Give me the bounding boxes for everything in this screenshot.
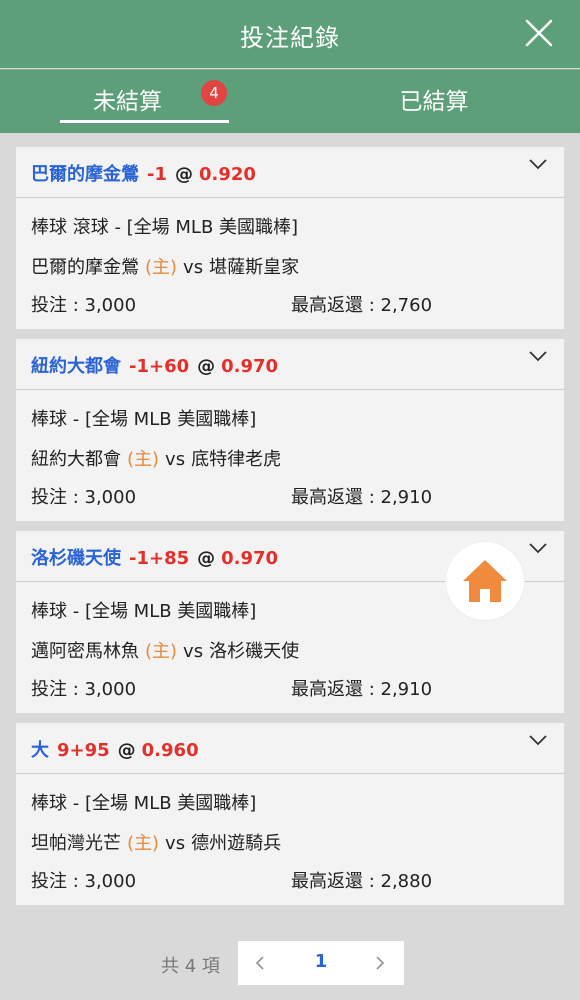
chevron-down-icon[interactable] [528, 157, 548, 171]
away-team: 洛杉磯天使 [209, 641, 300, 662]
bet-card-body: 棒球 滾球 - [全場 MLB 美國職棒] 巴爾的摩金鶯 (主) vs 堪薩斯皇家 投… [31, 197, 549, 329]
at-sign: @ [175, 164, 193, 185]
home-tag: (主) [145, 641, 178, 662]
unsettled-count-badge: 4 [201, 80, 227, 106]
vs-label: vs [165, 449, 186, 470]
bet-stake: 投注 : 3,000 [31, 871, 137, 892]
chevron-right-icon[interactable] [374, 955, 386, 971]
bet-odds: 0.970 [221, 356, 279, 377]
vs-label: vs [165, 833, 186, 854]
bet-handicap: -1 [147, 164, 167, 185]
active-tab-indicator [60, 120, 229, 123]
bet-card-body: 棒球 - [全場 MLB 美國職棒] 紐約大都會 (主) vs 底特律老虎 投注 : … [31, 389, 549, 521]
at-sign: @ [197, 356, 216, 377]
page-title: 投注紀錄 [240, 24, 340, 52]
tab-unsettled-label: 未結算 [93, 89, 162, 115]
close-icon[interactable] [524, 18, 554, 48]
home-icon [463, 560, 507, 602]
tab-unsettled[interactable]: 未結算 4 [60, 70, 229, 133]
bet-handicap: -1+60 [129, 356, 190, 377]
bet-selection: 洛杉磯天使 [31, 548, 121, 569]
bet-matchup: 巴爾的摩金鶯 (主) vs 堪薩斯皇家 [31, 253, 299, 279]
app-header: 投注紀錄 [0, 0, 580, 68]
bet-max-payout: 最高返還 : 2,760 [291, 295, 433, 316]
bet-league: 棒球 - [全場 MLB 美國職棒] [31, 793, 257, 814]
vs-label: vs [183, 257, 204, 278]
total-count: 共 4 項 [161, 956, 220, 977]
home-team: 紐約大都會 [31, 449, 121, 470]
bet-odds: 0.960 [141, 740, 199, 761]
bet-max-payout: 最高返還 : 2,880 [291, 871, 433, 892]
bet-odds: 0.920 [199, 164, 256, 185]
bet-card[interactable]: 紐約大都會 -1+60 @0.970 棒球 - [全場 MLB 美國職棒] 紐約大都… [16, 339, 564, 521]
pagination: 共 4 項 1 [0, 941, 580, 985]
bet-matchup: 邁阿密馬林魚 (主) vs 洛杉磯天使 [31, 637, 299, 663]
bet-league: 棒球 - [全場 MLB 美國職棒] [31, 601, 257, 622]
at-sign: @ [117, 740, 136, 761]
bet-max-payout: 最高返還 : 2,910 [291, 487, 433, 508]
home-team: 坦帕灣光芒 [31, 833, 121, 854]
bet-card-body: 棒球 - [全場 MLB 美國職棒] 坦帕灣光芒 (主) vs 德州遊騎兵 投注 : … [31, 773, 549, 905]
home-team: 邁阿密馬林魚 [31, 641, 139, 662]
bet-stake: 投注 : 3,000 [31, 295, 137, 316]
chevron-down-icon[interactable] [528, 541, 548, 555]
away-team: 堪薩斯皇家 [209, 257, 300, 278]
home-button[interactable] [446, 542, 524, 620]
home-tag: (主) [145, 257, 178, 278]
bet-card-header[interactable]: 巴爾的摩金鶯 -1 @0.920 [16, 147, 564, 198]
bet-selection: 巴爾的摩金鶯 [31, 164, 139, 185]
bet-card[interactable]: 大 9+95 @0.960 棒球 - [全場 MLB 美國職棒] 坦帕灣光芒 (主) v… [16, 723, 564, 905]
bet-matchup: 紐約大都會 (主) vs 底特律老虎 [31, 445, 281, 471]
bet-stake: 投注 : 3,000 [31, 679, 137, 700]
bet-selection: 大 [31, 740, 49, 761]
bet-matchup: 坦帕灣光芒 (主) vs 德州遊騎兵 [31, 829, 281, 855]
chevron-down-icon[interactable] [528, 733, 548, 747]
bet-card-header[interactable]: 大 9+95 @0.960 [16, 723, 564, 774]
bet-max-payout: 最高返還 : 2,910 [291, 679, 433, 700]
tab-settled-label: 已結算 [399, 89, 469, 115]
bet-handicap: -1+85 [129, 548, 190, 569]
bet-card[interactable]: 巴爾的摩金鶯 -1 @0.920 棒球 滾球 - [全場 MLB 美國職棒] 巴爾的… [16, 147, 564, 329]
chevron-down-icon[interactable] [528, 349, 548, 363]
away-team: 德州遊騎兵 [191, 833, 282, 854]
tab-bar: 未結算 4 已結算 [0, 69, 580, 133]
bet-stake: 投注 : 3,000 [31, 487, 137, 508]
tab-settled[interactable]: 已結算 [346, 70, 522, 133]
bet-selection: 紐約大都會 [31, 356, 121, 377]
bet-card-header[interactable]: 紐約大都會 -1+60 @0.970 [16, 339, 564, 390]
bet-league: 棒球 滾球 - [全場 MLB 美國職棒] [31, 217, 299, 238]
bet-league: 棒球 - [全場 MLB 美國職棒] [31, 409, 257, 430]
home-tag: (主) [127, 449, 160, 470]
bet-handicap: 9+95 [57, 740, 110, 761]
vs-label: vs [183, 641, 204, 662]
at-sign: @ [197, 548, 216, 569]
home-tag: (主) [127, 833, 160, 854]
bet-odds: 0.970 [221, 548, 279, 569]
home-team: 巴爾的摩金鶯 [31, 257, 139, 278]
away-team: 底特律老虎 [191, 449, 282, 470]
page-selector: 1 [238, 941, 404, 985]
